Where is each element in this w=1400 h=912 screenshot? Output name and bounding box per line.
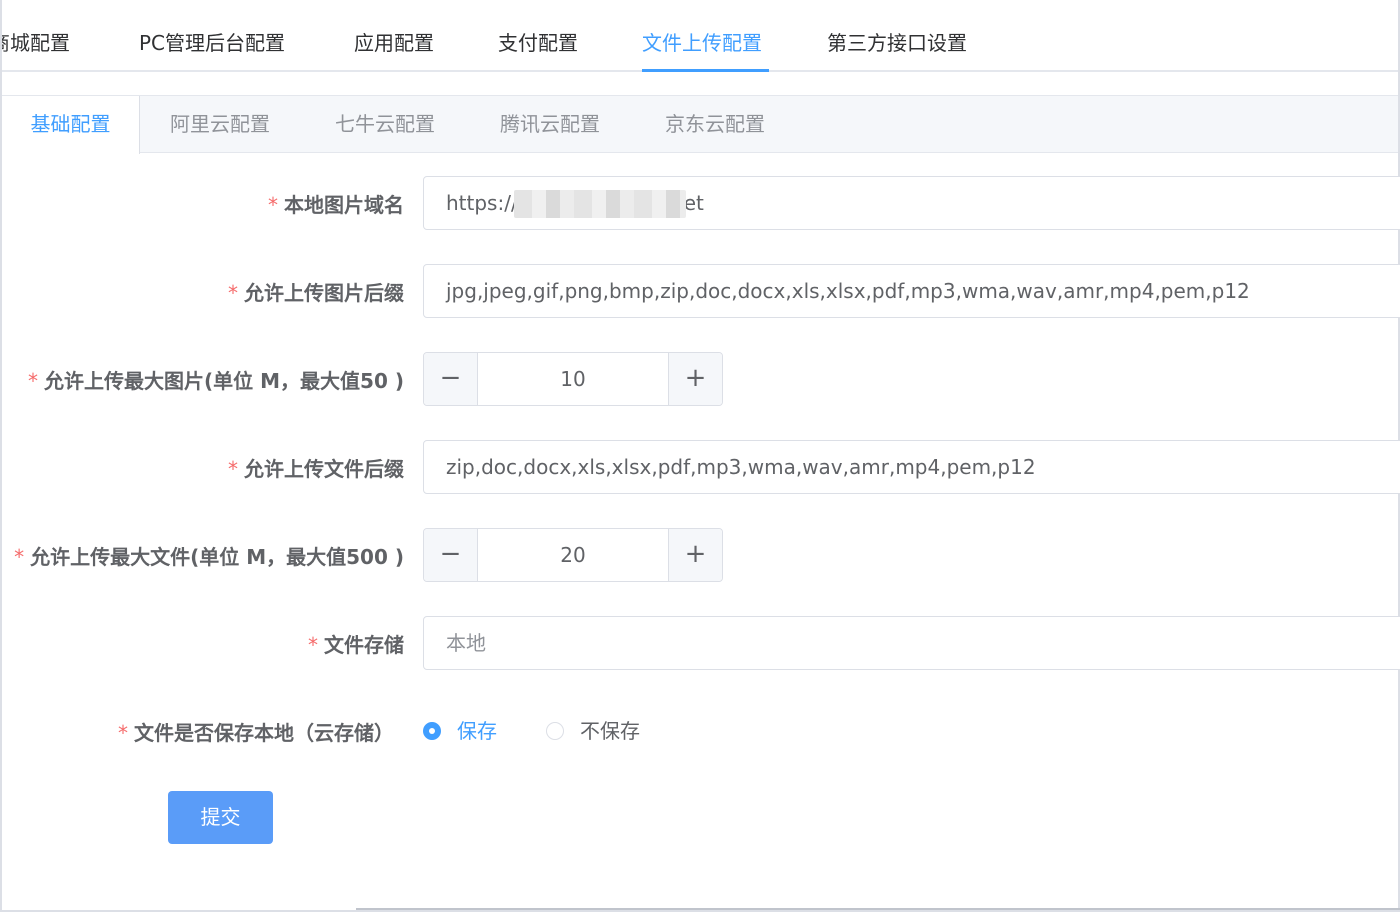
active-tab-indicator	[642, 69, 769, 72]
image-max-decrement-button[interactable]: −	[424, 353, 478, 405]
file-ext-input[interactable]: zip,doc,docx,xls,xlsx,pdf,mp3,wma,wav,am…	[423, 440, 1400, 494]
tab-third-party-api[interactable]: 第三方接口设置	[827, 28, 967, 58]
tab-payment-config[interactable]: 支付配置	[498, 28, 578, 58]
frame-divider	[356, 908, 1400, 910]
required-mark: *	[228, 281, 238, 305]
file-max-decrement-button[interactable]: −	[424, 529, 478, 581]
required-mark: *	[28, 369, 39, 393]
top-tab-bar: 商城配置 PC管理后台配置 应用配置 支付配置 文件上传配置 第三方接口设置	[2, 0, 1398, 73]
subtab-tencent-config[interactable]: 腾讯云配置	[500, 96, 600, 153]
subtab-aliyun-config[interactable]: 阿里云配置	[170, 96, 270, 153]
redaction-blur	[514, 190, 686, 218]
radio-keep[interactable]: 保存	[423, 718, 497, 744]
file-max-stepper: − 20 +	[423, 528, 723, 582]
required-mark: *	[14, 545, 25, 569]
subtab-qiniu-config[interactable]: 七牛云配置	[335, 96, 435, 153]
keep-local-label: * 文件是否保存本地（云存储）	[118, 721, 394, 745]
image-max-label: * 允许上传最大图片(单位 M，最大值50 )	[28, 369, 404, 393]
image-max-value[interactable]: 10	[478, 353, 668, 405]
radio-unchecked-icon	[546, 721, 564, 740]
tab-file-upload-config[interactable]: 文件上传配置	[642, 28, 762, 58]
required-mark: *	[308, 633, 318, 657]
tab-app-config[interactable]: 应用配置	[354, 28, 434, 58]
required-mark: *	[228, 457, 238, 481]
file-max-increment-button[interactable]: +	[668, 529, 722, 581]
radio-checked-icon	[423, 721, 441, 740]
required-mark: *	[118, 721, 128, 745]
storage-input[interactable]: 本地	[423, 616, 1400, 670]
file-max-label: * 允许上传最大文件(单位 M，最大值500 )	[14, 545, 404, 569]
sub-tab-bar: 基础配置 阿里云配置 七牛云配置 腾讯云配置 京东云配置	[2, 95, 1398, 154]
image-max-stepper: − 10 +	[423, 352, 723, 406]
file-max-value[interactable]: 20	[478, 529, 668, 581]
image-max-increment-button[interactable]: +	[668, 353, 722, 405]
image-ext-label: * 允许上传图片后缀	[228, 281, 404, 305]
image-domain-label: * 本地图片域名	[268, 193, 404, 217]
storage-label: * 文件存储	[308, 633, 404, 657]
radio-not-keep[interactable]: 不保存	[546, 718, 640, 744]
tab-pc-admin-config[interactable]: PC管理后台配置	[139, 28, 285, 58]
image-domain-suffix: et	[683, 191, 704, 215]
submit-button[interactable]: 提交	[168, 791, 273, 844]
subtab-basic-config[interactable]: 基础配置	[2, 96, 140, 154]
subtab-jdcloud-config[interactable]: 京东云配置	[665, 96, 765, 153]
image-ext-input[interactable]: jpg,jpeg,gif,png,bmp,zip,doc,docx,xls,xl…	[423, 264, 1400, 318]
file-ext-label: * 允许上传文件后缀	[228, 457, 404, 481]
tab-mall-config[interactable]: 商城配置	[2, 28, 70, 58]
required-mark: *	[268, 193, 278, 217]
image-domain-prefix: https://	[446, 191, 518, 215]
